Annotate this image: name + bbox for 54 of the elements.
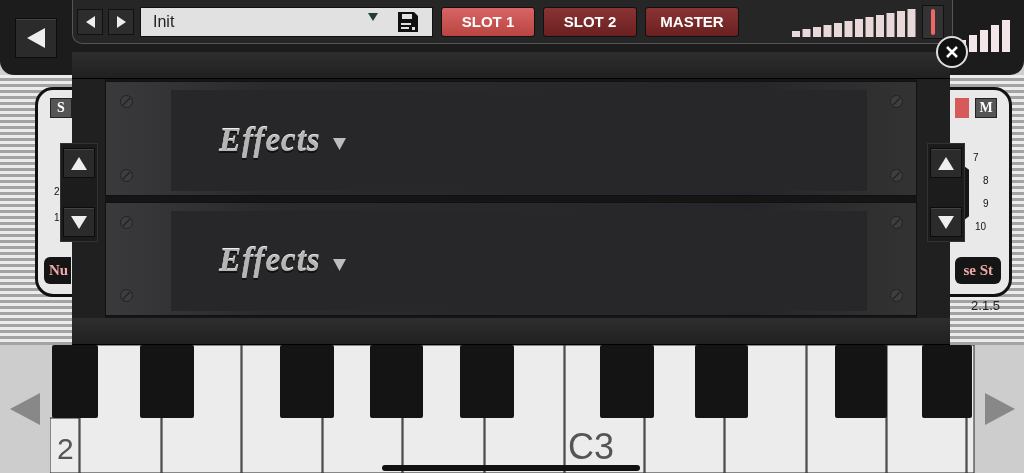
close-icon xyxy=(945,45,959,59)
up-arrow-icon xyxy=(938,156,954,170)
slot-tab[interactable]: SLOT 2 xyxy=(543,6,637,37)
scroll-down-button[interactable] xyxy=(930,207,962,237)
next-icon xyxy=(116,15,126,28)
effect-slot[interactable]: Effects xyxy=(171,90,867,191)
scroll-right-icon xyxy=(984,393,1015,425)
screw-icon xyxy=(119,95,133,108)
back-button[interactable] xyxy=(15,18,57,58)
mute-button[interactable]: M xyxy=(975,98,997,118)
bar-icon xyxy=(931,8,935,35)
scale-number: 10 xyxy=(975,221,987,233)
save-icon[interactable] xyxy=(398,11,418,32)
indicator-light xyxy=(955,98,969,118)
preset-dropdown[interactable]: Init xyxy=(140,6,433,37)
level-meter-icon xyxy=(792,6,916,37)
dropdown-caret-icon xyxy=(368,12,378,21)
back-arrow-icon xyxy=(27,28,45,48)
screw-icon xyxy=(889,95,903,108)
scroll-up-button[interactable] xyxy=(63,148,95,178)
scale-number: 9 xyxy=(983,198,989,210)
scroll-up-button[interactable] xyxy=(930,148,962,178)
screw-icon xyxy=(889,168,903,182)
next-button[interactable] xyxy=(108,8,134,35)
scale-number: 1 xyxy=(54,212,60,224)
scroll-left-icon xyxy=(10,393,40,425)
scroll-down-button[interactable] xyxy=(63,207,95,237)
dropdown-caret-icon[interactable] xyxy=(332,138,346,151)
previous-button[interactable] xyxy=(77,8,103,35)
screw-icon xyxy=(889,289,903,302)
screw-icon xyxy=(119,289,133,302)
slot-tab[interactable]: MASTER xyxy=(645,6,739,37)
version-label: 2.1.5 xyxy=(971,298,1000,313)
solo-button[interactable]: S xyxy=(50,98,72,118)
down-arrow-icon xyxy=(938,215,954,229)
screw-icon xyxy=(119,168,133,182)
screw-icon xyxy=(889,215,903,229)
preset-button[interactable]: se St xyxy=(955,257,1001,284)
effect-label[interactable]: Effects xyxy=(219,121,321,159)
scale-number: 7 xyxy=(973,152,979,164)
down-arrow-icon xyxy=(71,215,87,229)
screw-icon xyxy=(119,215,133,229)
slot-tab[interactable]: SLOT 1 xyxy=(441,6,535,37)
record-button[interactable] xyxy=(922,4,944,39)
effect-label[interactable]: Effects xyxy=(219,242,321,280)
up-arrow-icon xyxy=(71,156,87,170)
key-label: C3 xyxy=(568,426,615,467)
previous-icon xyxy=(85,15,95,28)
key-label: 2 xyxy=(57,432,74,465)
effect-slot[interactable]: Effects xyxy=(171,210,867,311)
preset-button[interactable]: Nu xyxy=(44,257,71,284)
scale-number: 2 xyxy=(54,186,60,198)
scale-number: 8 xyxy=(983,175,989,187)
dropdown-caret-icon[interactable] xyxy=(332,258,346,271)
